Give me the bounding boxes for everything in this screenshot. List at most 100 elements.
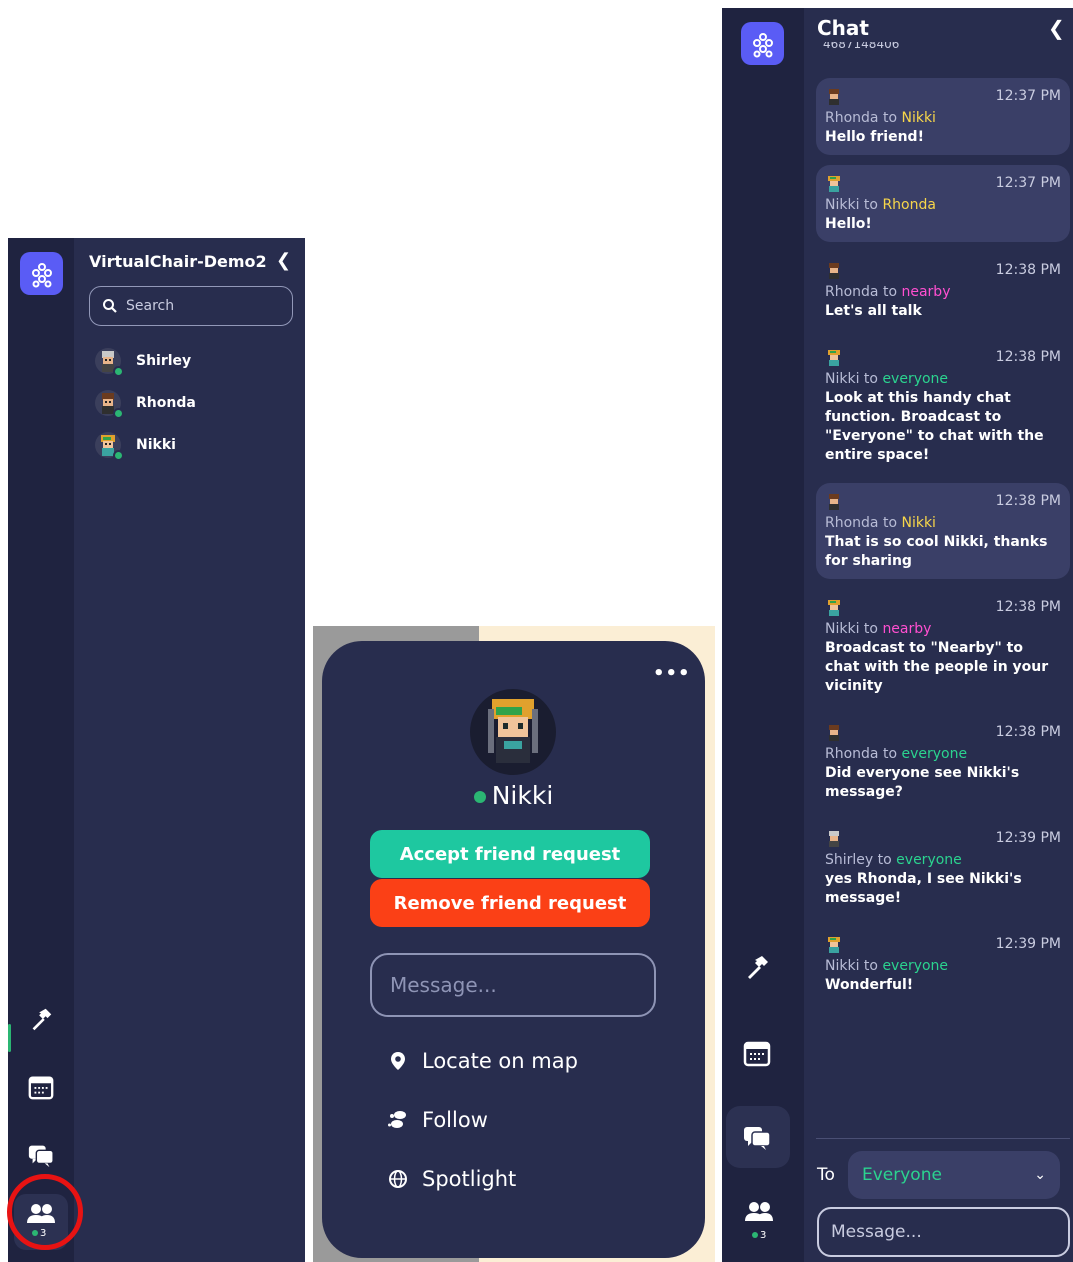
target-name: everyone xyxy=(882,958,949,974)
message-route: Nikki to everyone xyxy=(825,958,1061,974)
to-word: to xyxy=(863,371,878,387)
sender-name: Rhonda xyxy=(825,746,879,762)
spotlight-action[interactable]: Spotlight xyxy=(388,1167,516,1191)
profile-message-field[interactable] xyxy=(370,953,656,1017)
target-name: Nikki xyxy=(901,515,936,531)
truncated-text: 4687148406 xyxy=(823,42,900,51)
avatar xyxy=(829,494,839,510)
action-label: Locate on map xyxy=(422,1049,578,1073)
people-count: 3 xyxy=(760,1230,767,1241)
chat-panel: 3 Chat ❮ 4687148406 12:37 PM Rhonda to N… xyxy=(722,8,1073,1262)
to-label: To xyxy=(817,1165,835,1185)
chat-message-input[interactable] xyxy=(831,1222,1051,1242)
chat-title: Chat xyxy=(817,16,869,40)
right-nav-rail: 3 xyxy=(722,8,804,1262)
message-text: Wonderful! xyxy=(825,977,914,993)
online-status-dot xyxy=(113,450,124,461)
message-time: 12:38 PM xyxy=(995,349,1061,365)
follow-action[interactable]: Follow xyxy=(388,1108,488,1132)
avatar xyxy=(828,937,840,953)
left-nav-rail: 3 xyxy=(8,238,74,1262)
chat-message: 12:38 PM Nikki to everyone Look at this … xyxy=(816,339,1070,473)
online-status-dot xyxy=(113,366,124,377)
message-time: 12:39 PM xyxy=(995,830,1061,846)
avatar xyxy=(94,389,124,419)
footsteps-icon xyxy=(388,1111,406,1128)
people-count-badge: 3 xyxy=(752,1230,766,1241)
avatar xyxy=(828,350,840,366)
calendar-icon[interactable] xyxy=(742,1038,772,1068)
target-name: everyone xyxy=(896,852,962,868)
to-word: to xyxy=(882,110,898,126)
space-name: VirtualChair-Demo2 xyxy=(89,252,267,271)
chat-message: 12:38 PM Rhonda to everyone Did everyone… xyxy=(816,714,1070,810)
to-word: to xyxy=(882,515,898,531)
to-word: to xyxy=(863,197,878,213)
member-item-nikki[interactable]: Nikki xyxy=(94,424,196,466)
people-icon[interactable] xyxy=(744,1198,774,1228)
avatar xyxy=(94,347,124,377)
member-name: Shirley xyxy=(136,353,192,369)
remove-friend-request-button[interactable]: Remove friend request xyxy=(370,879,650,927)
chat-message-field[interactable] xyxy=(817,1207,1070,1257)
collapse-panel-icon[interactable]: ❮ xyxy=(276,250,291,271)
sender-name: Nikki xyxy=(825,197,860,213)
message-route: Rhonda to nearby xyxy=(825,284,1061,300)
message-text: That is so cool Nikki, thanks for sharin… xyxy=(825,534,1048,569)
chat-message: 12:39 PM Shirley to everyone yes Rhonda,… xyxy=(816,820,1070,916)
action-label: Spotlight xyxy=(422,1167,517,1191)
online-dot xyxy=(752,1232,758,1238)
target-name: nearby xyxy=(882,621,932,637)
chat-message: 12:37 PM Nikki to Rhonda Hello! xyxy=(816,165,1070,242)
member-item-rhonda[interactable]: Rhonda xyxy=(94,382,196,424)
member-name: Nikki xyxy=(136,437,176,453)
active-indicator xyxy=(8,1024,11,1052)
globe-icon xyxy=(389,1170,407,1188)
avatar xyxy=(828,600,840,616)
avatar xyxy=(829,89,839,105)
highlight-circle xyxy=(7,1174,83,1250)
to-word: to xyxy=(882,284,898,300)
profile-name: Nikki xyxy=(322,781,705,810)
message-text: Did everyone see Nikki's message? xyxy=(825,765,1020,800)
message-text: Let's all talk xyxy=(825,303,922,319)
recipient-select[interactable]: Everyone ⌄ xyxy=(848,1151,1060,1199)
to-word: to xyxy=(863,958,878,974)
build-hammer-icon[interactable] xyxy=(742,952,772,982)
avatar xyxy=(829,263,839,279)
avatar xyxy=(828,176,840,192)
avatar xyxy=(829,831,839,847)
target-name: Rhonda xyxy=(882,197,936,213)
to-word: to xyxy=(877,852,892,868)
online-status-dot xyxy=(473,791,486,803)
divider xyxy=(816,1138,1070,1139)
app-logo-icon[interactable] xyxy=(20,252,63,295)
more-options-icon[interactable]: ••• xyxy=(653,663,691,684)
sender-name: Shirley xyxy=(825,852,874,868)
chat-bubbles-icon[interactable] xyxy=(742,1122,772,1152)
map-pin-icon xyxy=(391,1052,405,1070)
chat-message: 12:39 PM Nikki to everyone Wonderful! xyxy=(816,926,1070,1003)
message-time: 12:37 PM xyxy=(995,88,1061,104)
search-input[interactable] xyxy=(126,298,276,314)
chat-message-list: 12:37 PM Rhonda to Nikki Hello friend! 1… xyxy=(816,78,1070,1133)
sender-name: Nikki xyxy=(825,621,860,637)
chat-message: 12:37 PM Rhonda to Nikki Hello friend! xyxy=(816,78,1070,155)
sender-name: Rhonda xyxy=(825,284,879,300)
app-logo-icon[interactable] xyxy=(741,22,784,65)
calendar-icon[interactable] xyxy=(26,1072,56,1102)
accept-friend-request-button[interactable]: Accept friend request xyxy=(370,830,650,878)
message-route: Rhonda to everyone xyxy=(825,746,1061,762)
profile-message-input[interactable] xyxy=(390,973,630,997)
message-route: Rhonda to Nikki xyxy=(825,515,1061,531)
profile-avatar xyxy=(470,689,556,775)
sender-name: Nikki xyxy=(825,371,860,387)
build-hammer-icon[interactable] xyxy=(26,1004,56,1034)
locate-on-map-action[interactable]: Locate on map xyxy=(388,1049,578,1073)
member-item-shirley[interactable]: Shirley xyxy=(94,340,196,382)
chat-message: 12:38 PM Rhonda to Nikki That is so cool… xyxy=(816,483,1070,579)
search-field[interactable] xyxy=(89,286,293,326)
chat-bubbles-icon[interactable] xyxy=(26,1140,56,1170)
message-time: 12:38 PM xyxy=(995,262,1061,278)
collapse-panel-icon[interactable]: ❮ xyxy=(1048,16,1065,40)
